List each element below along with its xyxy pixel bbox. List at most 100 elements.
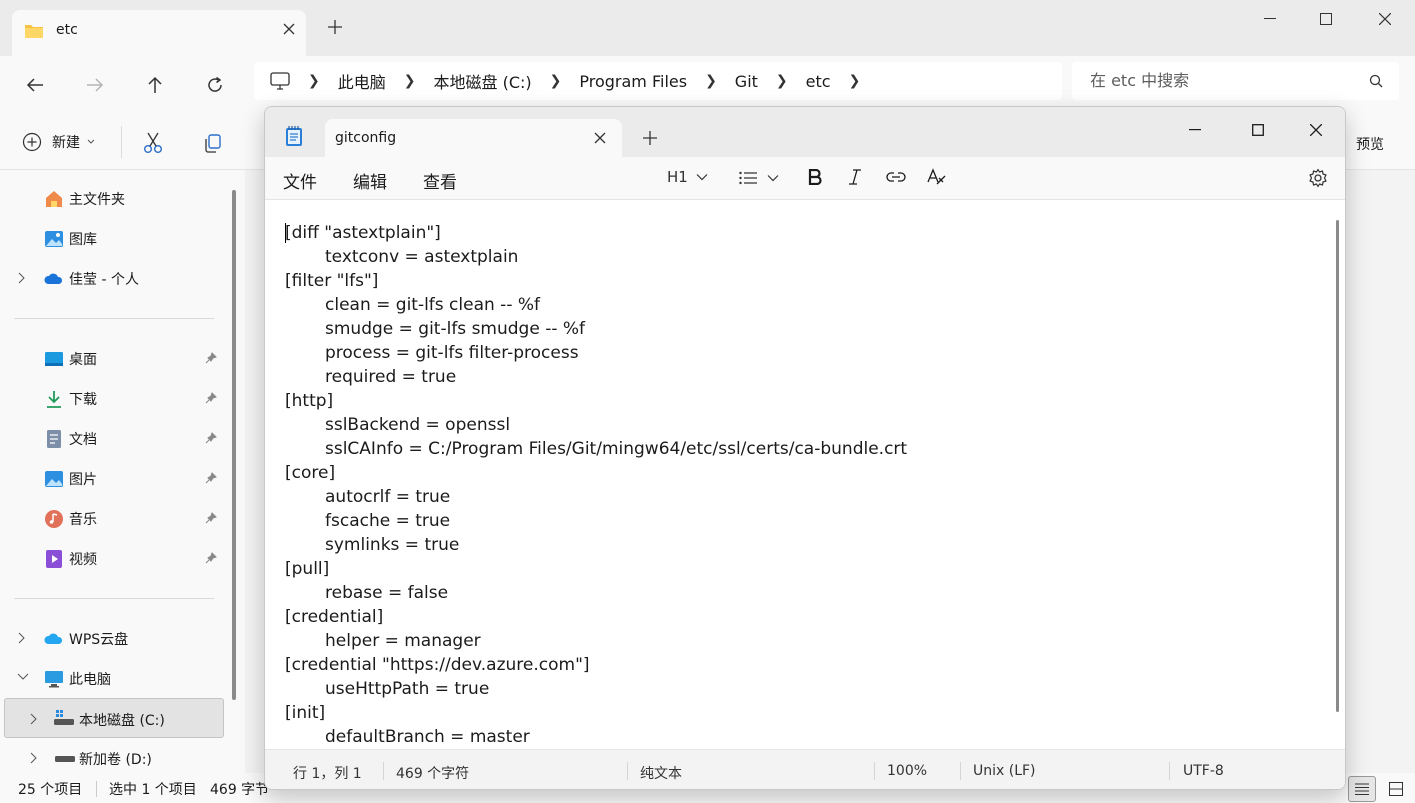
chevron-right-icon[interactable]: [29, 713, 37, 725]
editor-line[interactable]: [core]: [285, 461, 907, 485]
sidebar-scrollbar[interactable]: [232, 190, 236, 700]
explorer-tab[interactable]: etc: [12, 10, 306, 56]
address-bar[interactable]: ❯ 此电脑 ❯ 本地磁盘 (C:) ❯ Program Files ❯ Git …: [254, 62, 1062, 100]
editor-content[interactable]: [diff "astextplain"] textconv = astextpla…: [285, 221, 907, 749]
text-editor[interactable]: [diff "astextplain"] textconv = astextpla…: [265, 199, 1345, 749]
list-dropdown[interactable]: [739, 171, 779, 185]
sidebar-item-this-pc[interactable]: 此电脑: [0, 660, 228, 696]
sidebar-item-gallery[interactable]: 图库: [0, 220, 228, 256]
chevron-right-icon[interactable]: ❯: [308, 73, 320, 89]
cut-icon[interactable]: [143, 132, 163, 154]
refresh-button[interactable]: [200, 70, 230, 100]
editor-line[interactable]: fscache = true: [285, 509, 907, 533]
search-icon[interactable]: [1369, 74, 1383, 88]
link-button[interactable]: [886, 170, 906, 184]
sidebar-item-desktop[interactable]: 桌面: [0, 340, 228, 376]
editor-line[interactable]: sslBackend = openssl: [285, 413, 907, 437]
pin-icon[interactable]: [205, 352, 217, 364]
editor-line[interactable]: rebase = false: [285, 581, 907, 605]
breadcrumb-item[interactable]: Git: [735, 72, 758, 91]
sidebar-item-home[interactable]: 主文件夹: [0, 180, 228, 216]
bold-button[interactable]: [808, 169, 822, 185]
sidebar-item-wps-cloud[interactable]: WPS云盘: [0, 620, 228, 656]
new-tab-icon[interactable]: [328, 20, 342, 34]
italic-button[interactable]: [848, 169, 862, 185]
chevron-right-icon[interactable]: ❯: [705, 73, 717, 89]
editor-line[interactable]: process = git-lfs filter-process: [285, 341, 907, 365]
editor-line[interactable]: [filter "lfs"]: [285, 269, 907, 293]
close-tab-icon[interactable]: [282, 22, 296, 36]
editor-line[interactable]: [credential]: [285, 605, 907, 629]
editor-line[interactable]: useHttpPath = true: [285, 677, 907, 701]
up-button[interactable]: [140, 70, 170, 100]
close-tab-icon[interactable]: [594, 132, 606, 144]
sidebar-item-onedrive[interactable]: 佳莹 - 个人: [0, 260, 228, 296]
editor-line[interactable]: [credential "https://dev.azure.com"]: [285, 653, 907, 677]
chevron-right-icon[interactable]: ❯: [849, 73, 861, 89]
sidebar-item-music[interactable]: 音乐: [0, 500, 228, 536]
tiles-view-button[interactable]: [1382, 776, 1410, 802]
sidebar-item-documents[interactable]: 文档: [0, 420, 228, 456]
breadcrumb-item[interactable]: 本地磁盘 (C:): [433, 69, 531, 93]
chevron-right-icon[interactable]: ❯: [776, 73, 788, 89]
editor-line[interactable]: defaultBranch = master: [285, 725, 907, 749]
heading-dropdown[interactable]: H1: [667, 168, 708, 186]
editor-line[interactable]: smudge = git-lfs smudge -- %f: [285, 317, 907, 341]
editor-line[interactable]: helper = manager: [285, 629, 907, 653]
pin-icon[interactable]: [205, 392, 217, 404]
maximize-button[interactable]: [1297, 0, 1355, 38]
sidebar-item-drive-c[interactable]: 本地磁盘 (C:): [4, 698, 224, 738]
line-ending[interactable]: Unix (LF): [973, 763, 1036, 779]
menu-view[interactable]: 查看: [423, 168, 457, 193]
chevron-right-icon[interactable]: [17, 272, 25, 284]
back-button[interactable]: [20, 70, 50, 100]
encoding[interactable]: UTF-8: [1183, 763, 1224, 779]
search-input[interactable]: 在 etc 中搜索: [1072, 62, 1399, 100]
pin-icon[interactable]: [205, 432, 217, 444]
pin-icon[interactable]: [205, 472, 217, 484]
editor-line[interactable]: sslCAInfo = C:/Program Files/Git/mingw64…: [285, 437, 907, 461]
new-tab-icon[interactable]: [643, 131, 657, 145]
minimize-button[interactable]: [1175, 113, 1215, 147]
sidebar-item-videos[interactable]: 视频: [0, 540, 228, 576]
new-button[interactable]: 新建: [22, 132, 96, 152]
preview-button[interactable]: 预览: [1356, 134, 1384, 154]
editor-line[interactable]: [init]: [285, 701, 907, 725]
minimize-button[interactable]: [1241, 0, 1299, 38]
close-window-button[interactable]: [1356, 0, 1414, 38]
editor-line[interactable]: required = true: [285, 365, 907, 389]
breadcrumb-item[interactable]: 此电脑: [338, 69, 386, 93]
menu-file[interactable]: 文件: [283, 168, 317, 193]
notepad-tab[interactable]: gitconfig: [325, 119, 622, 157]
editor-line[interactable]: [http]: [285, 389, 907, 413]
breadcrumb-item[interactable]: Program Files: [579, 72, 687, 91]
editor-line[interactable]: clean = git-lfs clean -- %f: [285, 293, 907, 317]
breadcrumb-item[interactable]: etc: [806, 72, 831, 91]
editor-line[interactable]: autocrlf = true: [285, 485, 907, 509]
sidebar-item-pictures[interactable]: 图片: [0, 460, 228, 496]
chevron-right-icon[interactable]: [29, 752, 37, 764]
zoom-level[interactable]: 100%: [887, 763, 927, 779]
clear-formatting-button[interactable]: [927, 168, 947, 186]
chevron-right-icon[interactable]: [17, 632, 25, 644]
chevron-right-icon[interactable]: ❯: [550, 73, 562, 89]
editor-line[interactable]: symlinks = true: [285, 533, 907, 557]
editor-line[interactable]: [diff "astextplain"]: [285, 221, 907, 245]
menu-edit[interactable]: 编辑: [353, 168, 387, 193]
close-window-button[interactable]: [1296, 113, 1336, 147]
chevron-right-icon[interactable]: ❯: [404, 73, 416, 89]
editor-line[interactable]: textconv = astextplain: [285, 245, 907, 269]
settings-button[interactable]: [1308, 168, 1328, 188]
editor-scrollbar[interactable]: [1336, 220, 1339, 712]
copy-icon[interactable]: [203, 133, 223, 153]
text-format[interactable]: 纯文本: [640, 763, 682, 783]
forward-button[interactable]: [80, 70, 110, 100]
sidebar-item-downloads[interactable]: 下载: [0, 380, 228, 416]
sidebar-item-drive-d[interactable]: 新加卷 (D:): [0, 740, 228, 776]
maximize-button[interactable]: [1238, 113, 1278, 147]
pin-icon[interactable]: [205, 512, 217, 524]
details-view-button[interactable]: [1348, 776, 1376, 802]
chevron-down-icon[interactable]: [17, 672, 29, 680]
pin-icon[interactable]: [205, 552, 217, 564]
editor-line[interactable]: [pull]: [285, 557, 907, 581]
